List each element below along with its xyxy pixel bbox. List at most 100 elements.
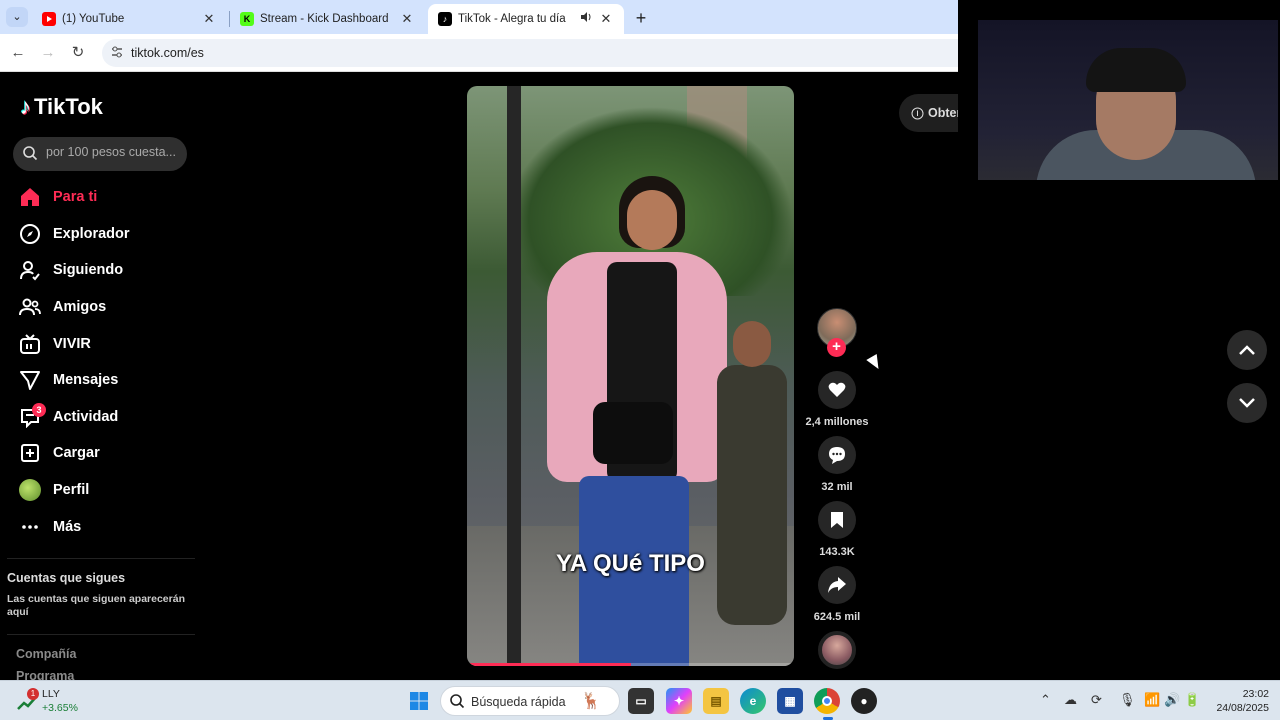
footer-link-programa[interactable]: Programa [16,669,74,680]
sidebar-item-para-ti[interactable]: Para ti [19,179,189,216]
tab-title: Stream - Kick Dashboard [260,13,389,25]
previous-video-button[interactable] [1227,330,1267,370]
tray-chevron-up-icon[interactable]: ⌃ [1040,692,1051,708]
follow-button[interactable]: + [827,338,846,357]
microphone-icon[interactable]: 🎙 [1119,692,1136,708]
music-disc[interactable] [818,631,856,669]
sidebar-item-label: Perfil [53,482,90,499]
reload-button[interactable]: ↻ [68,43,88,63]
sidebar-item-vivir[interactable]: VIVIR [19,325,189,362]
address-bar[interactable]: tiktok.com/es [102,39,972,67]
sidebar-item-label: Amigos [53,299,107,316]
home-icon [19,186,41,208]
share-button[interactable] [818,566,856,604]
sidebar-item-label: Cargar [53,445,100,462]
search-icon [450,694,465,709]
taskbar-search[interactable]: Búsqueda rápida 🦌 [440,686,620,716]
get-app-label: Obter [928,106,958,120]
tab-kick[interactable]: K Stream - Kick Dashboard ✕ [230,4,425,34]
copilot-icon[interactable]: ✦ [666,688,692,714]
share-count: 624.5 mil [813,611,861,623]
tiktok-logo[interactable]: ♪ TikTok [20,94,103,120]
close-tab-icon[interactable]: ✕ [598,11,614,27]
search-box[interactable] [13,137,187,171]
footer-link-compania[interactable]: Compañía [16,647,76,661]
like-button[interactable] [818,371,856,409]
sidebar-item-explorador[interactable]: Explorador [19,216,189,253]
sidebar-item-cargar[interactable]: Cargar [19,435,189,472]
sidebar-item-mensajes[interactable]: Mensajes [19,362,189,399]
sidebar-item-actividad[interactable]: 3 Actividad [19,399,189,436]
battery-icon[interactable]: 🔋 [1184,692,1200,708]
comment-icon [829,447,845,464]
sidebar-divider [7,558,195,559]
search-highlight-icon: 🦌 [581,693,601,710]
like-count: 2,4 millones [805,416,869,428]
tab-title: TikTok - Alegra tu día [458,13,566,25]
new-tab-button[interactable]: + [632,8,650,29]
heart-icon [828,382,846,397]
sidebar-item-label: Más [53,518,82,535]
sidebar-item-siguiendo[interactable]: Siguiendo [19,252,189,289]
tab-title: (1) YouTube [62,13,125,25]
video-player[interactable]: YA QUé TIPO [467,86,794,666]
volume-icon[interactable]: 🔊 [1164,692,1180,708]
edge-icon[interactable]: e [740,688,766,714]
stock-change: +3.65% [42,702,78,714]
wifi-icon[interactable]: 📶 [1144,692,1160,708]
store-icon[interactable]: ▦ [777,688,803,714]
windows-start-icon[interactable] [406,688,432,714]
sidebar-item-amigos[interactable]: Amigos [19,289,189,326]
clock-date: 24/08/2025 [1216,702,1269,714]
chevron-up-icon [1239,345,1255,355]
back-button[interactable]: ← [8,43,28,63]
chrome-icon[interactable] [814,688,840,714]
profile-avatar [19,479,41,502]
following-icon [19,259,41,281]
download-app-icon [911,107,924,119]
taskbar: 1 LLY +3.65% Búsqueda rápida 🦌 ▭ ✦ ▤ e ▦… [0,680,1280,720]
comment-button[interactable] [818,436,856,474]
following-note: Las cuentas que siguen aparecerán aquí [7,593,185,618]
sidebar-item-perfil[interactable]: Perfil [19,472,189,509]
tab-tiktok[interactable]: ♪ TikTok - Alegra tu día ✕ [428,4,624,34]
sidebar-item-label: Siguiendo [53,262,124,279]
youtube-icon [42,12,56,26]
url-text: tiktok.com/es [131,46,204,60]
get-app-button[interactable]: Obter [899,94,958,132]
close-tab-icon[interactable]: ✕ [399,11,415,27]
sidebar-item-label: Para ti [53,189,98,206]
next-video-button[interactable] [1227,383,1267,423]
sidebar-item-mas[interactable]: Más [19,508,189,545]
comment-count: 32 mil [821,481,853,493]
brand-name: TikTok [34,94,103,119]
sidebar-item-label: Mensajes [53,372,119,389]
file-explorer-icon[interactable]: ▤ [703,688,729,714]
sidebar-divider [7,634,195,635]
clock[interactable]: 23:02 24/08/2025 [1205,687,1269,715]
kick-icon: K [240,12,254,26]
save-count: 143.3K [819,546,855,558]
obs-icon[interactable]: ● [851,688,877,714]
forward-button[interactable]: → [38,43,58,63]
tab-youtube[interactable]: (1) YouTube ✕ [32,4,227,34]
task-view-icon[interactable]: ▭ [628,688,654,714]
speaker-icon[interactable] [578,11,594,27]
save-button[interactable] [818,501,856,539]
video-progress-fill [467,663,631,666]
compass-icon [19,223,41,245]
sync-icon[interactable]: ⟳ [1091,692,1102,708]
search-icon [23,146,38,161]
webcam-feed [978,20,1278,180]
close-tab-icon[interactable]: ✕ [201,11,217,27]
tiktok-note-icon: ♪ [20,94,31,119]
tiktok-icon: ♪ [438,12,452,26]
stock-widget[interactable]: 1 LLY +3.65% [16,686,96,716]
search-input[interactable] [46,145,181,159]
tab-search-button[interactable]: ⌄ [6,7,28,27]
onedrive-icon[interactable]: ☁ [1064,692,1077,708]
clock-time: 23:02 [1242,688,1269,700]
live-icon [19,333,41,355]
video-progress-bar[interactable] [467,663,794,666]
site-info-icon[interactable] [110,45,124,59]
